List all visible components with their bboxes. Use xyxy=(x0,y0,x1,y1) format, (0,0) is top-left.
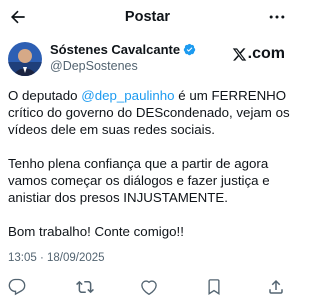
verified-badge-icon xyxy=(183,43,196,56)
post-body: O deputado @dep_paulinho é um FERRENHO c… xyxy=(8,87,290,257)
x-logo-icon xyxy=(232,47,246,61)
post-paragraph-3: Bom trabalho! Conte comigo!! xyxy=(8,224,184,239)
action-bar xyxy=(0,275,295,299)
heart-icon[interactable] xyxy=(140,278,158,296)
reply-icon[interactable] xyxy=(8,278,26,296)
post-text-prefix: O deputado xyxy=(8,88,82,103)
bookmark-icon[interactable] xyxy=(205,278,223,296)
top-bar: Postar xyxy=(0,0,295,36)
repost-icon[interactable] xyxy=(76,278,94,296)
post-paragraph-1: O deputado @dep_paulinho é um FERRENHO c… xyxy=(8,87,290,138)
avatar[interactable] xyxy=(8,42,42,76)
share-icon[interactable] xyxy=(267,278,285,296)
mention-link[interactable]: @dep_paulinho xyxy=(81,88,174,103)
x-com-logo: .com xyxy=(232,45,285,63)
author-name-row: Sóstenes Cavalcante xyxy=(50,42,196,57)
author-name[interactable]: Sóstenes Cavalcante xyxy=(50,42,180,57)
more-options-icon[interactable] xyxy=(267,7,287,27)
post-paragraph-2: Tenho plena confiança que a partir de ag… xyxy=(8,156,270,205)
author-handle[interactable]: @DepSostenes xyxy=(50,59,138,73)
brand-label: .com xyxy=(247,45,285,62)
post-timestamp[interactable]: 13:05 · 18/09/2025 xyxy=(8,252,105,264)
page-title: Postar xyxy=(124,9,171,25)
